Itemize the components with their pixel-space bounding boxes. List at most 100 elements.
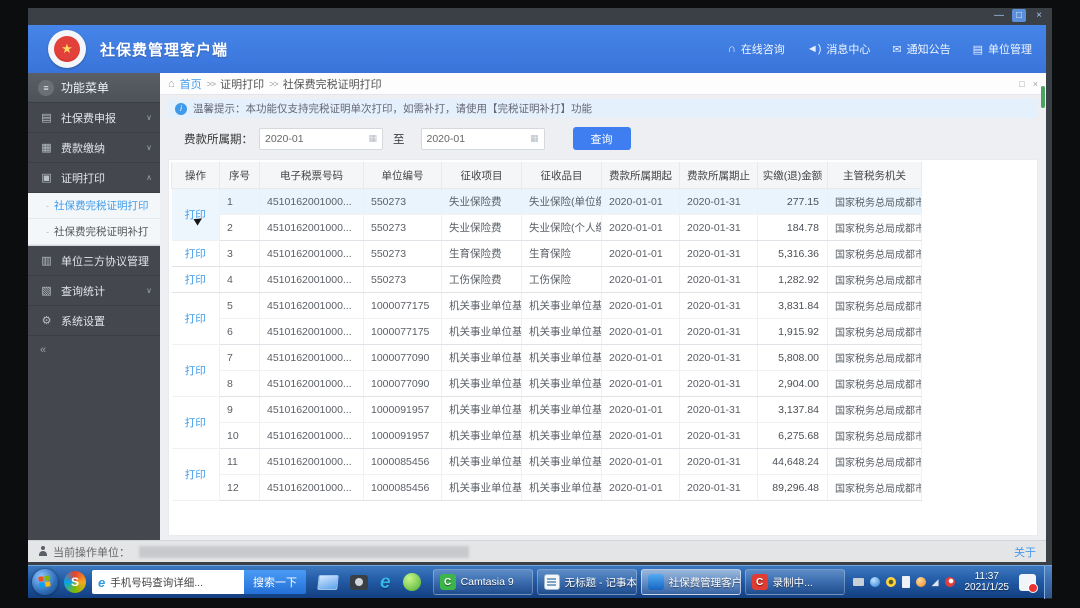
cell-end: 2020-01-31 [680, 267, 758, 293]
taskbar-clock[interactable]: 11:37 2021/1/25 [965, 571, 1010, 594]
column-header: 单位编号 [364, 162, 442, 189]
print-link[interactable]: 打印 [185, 469, 206, 481]
window-app-icon[interactable] [317, 575, 339, 590]
cell-subitem: 机关事业单位基本... [522, 319, 602, 345]
print-link[interactable]: 打印 [185, 274, 206, 286]
cell-authority: 国家税务总局成都市成华区... [828, 215, 922, 241]
table-row: 打印114510162001000...1000085456机关事业单位基本..… [172, 449, 922, 475]
sidebar-subitem-cert-print-reprint[interactable]: -社保费完税证明补打 [28, 219, 160, 245]
client-icon [648, 574, 664, 590]
cell-amount: 2,904.00 [758, 371, 828, 397]
print-link[interactable]: 打印 [185, 313, 206, 325]
cell-no: 1 [220, 189, 260, 215]
about-link[interactable]: 关于 [1014, 544, 1036, 560]
cell-unit: 550273 [364, 189, 442, 215]
sidebar-item-query-stats[interactable]: ▧查询统计∨ [28, 276, 160, 306]
breadcrumb-item[interactable]: 社保费完税证明打印 [283, 76, 382, 92]
topbar-action-message-center[interactable]: ◄)消息中心 [807, 41, 871, 57]
show-desktop-button[interactable] [1044, 566, 1052, 599]
cell-item: 机关事业单位基本... [442, 449, 522, 475]
briefcase-icon[interactable] [853, 578, 864, 586]
cell-amount: 184.78 [758, 215, 828, 241]
results-panel: 操作序号电子税票号码单位编号征收项目征收品目费款所属期起费款所属期止实缴(退)金… [168, 159, 1038, 536]
chevron-down-icon: ∨ [146, 113, 152, 122]
sidebar-header-label: 功能菜单 [61, 79, 109, 96]
minimize-button[interactable]: — [992, 9, 1006, 22]
network-icon[interactable]: ◢ [932, 577, 939, 588]
start-button[interactable] [32, 569, 58, 595]
cell-start: 2020-01-01 [602, 345, 680, 371]
taskbar-button-ssf-client[interactable]: 社保费管理客户端 [641, 569, 741, 595]
calendar-icon[interactable]: ▦ [368, 133, 377, 144]
home-icon: ⌂ [168, 78, 175, 90]
cell-authority: 国家税务总局成都市成华区... [828, 475, 922, 501]
sidebar-item-label: 查询统计 [61, 283, 105, 299]
ie-icon[interactable]: e [380, 573, 391, 592]
print-link[interactable]: 打印 [185, 417, 206, 429]
maximize-button[interactable]: □ [1012, 9, 1026, 22]
snipping-tool-icon[interactable] [350, 575, 368, 590]
cell-subitem: 机关事业单位基本... [522, 371, 602, 397]
sogou-icon[interactable]: S [64, 571, 86, 593]
sidebar-item-tripartite[interactable]: ▥单位三方协议管理 [28, 246, 160, 276]
breadcrumb-item[interactable]: 证明打印 [220, 76, 264, 92]
filter-row: 费款所属期： 2020-01 ▦ 至 2020-01 ▦ 查询 [160, 118, 1046, 158]
sidebar-collapse-icon[interactable]: « [28, 336, 160, 356]
cell-authority: 国家税务总局成都市成华区... [828, 241, 922, 267]
close-button[interactable]: × [1032, 9, 1046, 22]
cell-item: 机关事业单位基本... [442, 423, 522, 449]
topbar-action-online-consult[interactable]: ∩在线咨询 [728, 41, 785, 57]
taskbar-search-input[interactable]: e 手机号码查询详细... [92, 570, 244, 594]
sidebar-item-label: 系统设置 [61, 313, 105, 329]
cell-unit: 1000077090 [364, 371, 442, 397]
blue-orb-icon[interactable] [870, 577, 880, 587]
column-header: 序号 [220, 162, 260, 189]
taskbar-button-recorder[interactable]: C录制中... [745, 569, 845, 595]
period-to-input[interactable]: 2020-01 ▦ [421, 128, 545, 150]
sidebar-subitem-cert-print-main[interactable]: -社保费完税证明打印 [28, 193, 160, 219]
topbar-action-unit-management[interactable]: ▤单位管理 [973, 41, 1032, 57]
cell-subitem: 失业保险(单位缴纳) [522, 189, 602, 215]
print-link[interactable]: 打印 [185, 248, 206, 260]
system-tray: ◢ [853, 576, 955, 588]
calendar-icon[interactable]: ▦ [530, 133, 539, 144]
sidebar-item-system-settings[interactable]: ⚙系统设置 [28, 306, 160, 336]
app-title: 社保费管理客户端 [100, 39, 228, 60]
clock-date: 2021/1/25 [965, 582, 1010, 594]
sidebar-item-declare[interactable]: ▤社保费申报∨ [28, 103, 160, 133]
dash-icon: - [46, 201, 49, 211]
breadcrumb-home[interactable]: 首页 [180, 76, 202, 92]
sidebar-item-cert-print[interactable]: ▣证明打印∧ [28, 163, 160, 193]
red-orb-icon[interactable] [945, 577, 955, 587]
topbar-actions: ∩在线咨询 ◄)消息中心 ✉通知公告 ▤单位管理 [728, 41, 1032, 57]
ime-icon[interactable] [902, 576, 910, 588]
cell-no: 11 [220, 449, 260, 475]
print-link[interactable]: 打印 [185, 365, 206, 377]
scrollbar-thumb[interactable] [1041, 86, 1045, 108]
cell-unit: 550273 [364, 267, 442, 293]
cell-subitem: 机关事业单位基本... [522, 397, 602, 423]
cell-unit: 1000077175 [364, 319, 442, 345]
taskbar-search-button[interactable]: 搜索一下 [244, 570, 306, 594]
period-label: 费款所属期： [184, 131, 253, 147]
tab-restore-icon[interactable]: □ [1019, 79, 1024, 89]
cell-ticket: 4510162001000... [260, 267, 364, 293]
national-emblem-icon: ★ [54, 36, 80, 62]
period-from-input[interactable]: 2020-01 ▦ [259, 128, 383, 150]
yellow-orb-icon[interactable] [886, 577, 896, 587]
tab-close-icon[interactable]: × [1033, 79, 1038, 89]
green-orb-icon[interactable] [403, 573, 421, 591]
taskbar-button-notepad[interactable]: 无标题 - 记事本 [537, 569, 637, 595]
orange-orb-icon[interactable] [916, 577, 926, 587]
cell-end: 2020-01-31 [680, 449, 758, 475]
sidebar-item-payment[interactable]: ▦费款缴纳∨ [28, 133, 160, 163]
cell-subitem: 生育保险 [522, 241, 602, 267]
query-button[interactable]: 查询 [573, 127, 631, 150]
sidebar-subitem-label: 社保费完税证明打印 [54, 198, 149, 213]
topbar-action-notice-bulletin[interactable]: ✉通知公告 [892, 41, 950, 57]
cell-item: 机关事业单位基本... [442, 293, 522, 319]
column-header: 电子税票号码 [260, 162, 364, 189]
taskbar-button-camtasia[interactable]: CCamtasia 9 [433, 569, 533, 595]
ime-badge-icon[interactable] [1019, 574, 1036, 591]
cell-authority: 国家税务总局成都市成华区... [828, 449, 922, 475]
